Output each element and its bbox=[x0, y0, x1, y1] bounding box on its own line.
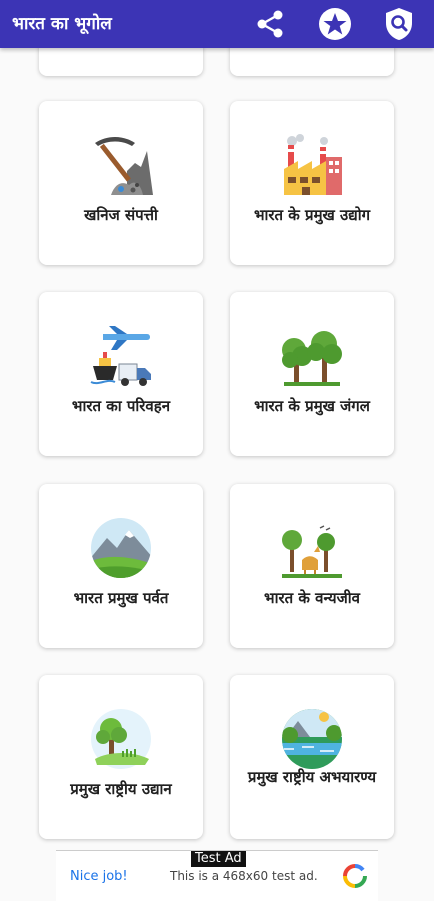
category-card-partial[interactable] bbox=[230, 48, 394, 76]
card-label: भारत के वन्यजीव bbox=[264, 589, 360, 607]
rate-button[interactable] bbox=[317, 6, 353, 42]
card-label: भारत के प्रमुख उद्योग bbox=[253, 206, 371, 224]
card-label: प्रमुख राष्ट्रीय उद्यान bbox=[70, 780, 172, 798]
app-title: भारत का भूगोल bbox=[12, 14, 112, 34]
card-label: भारत प्रमुख पर्वत bbox=[73, 589, 169, 607]
card-label: भारत का परिवहन bbox=[71, 397, 171, 415]
category-card-transport[interactable]: भारत का परिवहन bbox=[39, 292, 203, 456]
category-card-forests[interactable]: भारत के प्रमुख जंगल bbox=[230, 292, 394, 456]
privacy-button[interactable] bbox=[381, 6, 417, 42]
category-grid: खनिज संपत्ती भारत के प्रमुख उद्योग भारत … bbox=[0, 48, 434, 850]
category-card-industries[interactable]: भारत के प्रमुख उद्योग bbox=[230, 101, 394, 265]
category-card-wildlife[interactable]: भारत के वन्यजीव bbox=[230, 484, 394, 648]
card-label: भारत के प्रमुख जंगल bbox=[254, 397, 370, 415]
share-icon bbox=[257, 10, 283, 38]
card-label: प्रमुख राष्ट्रीय अभयारण्य bbox=[247, 768, 377, 786]
sanctuary-icon bbox=[282, 709, 342, 769]
park-icon bbox=[91, 709, 151, 769]
wildlife-icon bbox=[282, 525, 342, 578]
share-button[interactable] bbox=[252, 6, 288, 42]
banner-ad[interactable]: Test Ad Nice job! This is a 468x60 test … bbox=[56, 850, 378, 901]
ad-headline: Nice job! bbox=[70, 869, 128, 884]
shield-search-icon bbox=[386, 8, 412, 40]
star-icon bbox=[319, 8, 351, 40]
ad-logo-icon bbox=[343, 864, 367, 888]
app-bar: भारत का भूगोल bbox=[0, 0, 434, 48]
ad-tag: Test Ad bbox=[191, 851, 246, 867]
category-card-minerals[interactable]: खनिज संपत्ती bbox=[39, 101, 203, 265]
transport-icon bbox=[90, 326, 151, 386]
category-card-national-parks[interactable]: प्रमुख राष्ट्रीय उद्यान bbox=[39, 675, 203, 839]
pickaxe-minerals-icon bbox=[95, 137, 153, 195]
ad-text: This is a 468x60 test ad. bbox=[170, 869, 318, 883]
category-card-partial[interactable] bbox=[39, 48, 203, 76]
factory-icon bbox=[284, 134, 342, 195]
mountain-icon bbox=[91, 518, 151, 578]
forest-icon bbox=[282, 331, 342, 386]
category-card-mountains[interactable]: भारत प्रमुख पर्वत bbox=[39, 484, 203, 648]
category-card-sanctuaries[interactable]: प्रमुख राष्ट्रीय अभयारण्य bbox=[230, 675, 394, 839]
card-label: खनिज संपत्ती bbox=[84, 206, 158, 224]
